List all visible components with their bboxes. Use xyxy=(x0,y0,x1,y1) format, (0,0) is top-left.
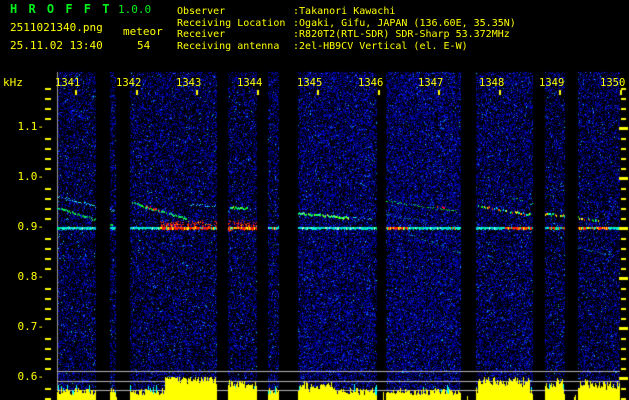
info-label: Receiver xyxy=(177,29,226,41)
output-filename: 2511021340.png xyxy=(10,21,103,34)
freq-label: 0.7- xyxy=(17,320,45,333)
freq-label: 1.0- xyxy=(17,170,45,183)
freq-label: 1.1- xyxy=(17,120,45,133)
minute-label: 1346 xyxy=(358,77,384,89)
station-info-row: Receiving Location: Ogaki, Gifu, JAPAN (… xyxy=(177,18,516,30)
minute-label: 1345 xyxy=(297,77,323,89)
app-title: H R O F F T xyxy=(10,2,112,16)
y-axis-unit-label: kHz xyxy=(3,76,23,89)
info-label: Receiving Location xyxy=(177,17,286,29)
minute-label: 1349 xyxy=(539,77,565,89)
station-info-row: Observer: Takanori Kawachi xyxy=(177,6,516,18)
minute-label: 1348 xyxy=(479,77,505,89)
info-value: 2el-HB9CV Vertical (el. E-W) xyxy=(299,40,468,52)
freq-label: 0.6- xyxy=(17,370,45,383)
minute-label: 1341 xyxy=(55,77,81,89)
minute-label: 1347 xyxy=(418,77,444,89)
minute-label: 1344 xyxy=(237,77,263,89)
info-label: Receiving antenna xyxy=(177,40,280,52)
minute-label: 1342 xyxy=(116,77,142,89)
info-value: R820T2(RTL-SDR) SDR-Sharp 53.372MHz xyxy=(299,29,510,41)
echo-count: 54 xyxy=(137,39,151,52)
freq-label: 0.9- xyxy=(17,220,45,233)
station-info-row: Receiver: R820T2(RTL-SDR) SDR-Sharp 53.3… xyxy=(177,29,516,41)
info-label: Observer xyxy=(177,6,226,17)
minute-label: 1350 xyxy=(600,77,626,89)
station-info-block: Observer: Takanori Kawachi Receiving Loca… xyxy=(177,6,516,52)
datetime-label: 25.11.02 13:40 xyxy=(10,39,103,52)
hrofft-window: H R O F F T 1.0.0 2511021340.png meteor … xyxy=(0,0,629,400)
info-value: Takanori Kawachi xyxy=(299,6,396,17)
info-value: Ogaki, Gifu, JAPAN (136.60E, 35.35N) xyxy=(299,17,516,29)
app-version: 1.0.0 xyxy=(118,3,152,16)
station-info-row: Receiving antenna: 2el-HB9CV Vertical (e… xyxy=(177,41,516,53)
freq-label: 0.8- xyxy=(17,270,45,283)
minute-label: 1343 xyxy=(176,77,202,89)
spectrogram-canvas xyxy=(0,0,629,400)
mode-label: meteor xyxy=(123,25,163,38)
